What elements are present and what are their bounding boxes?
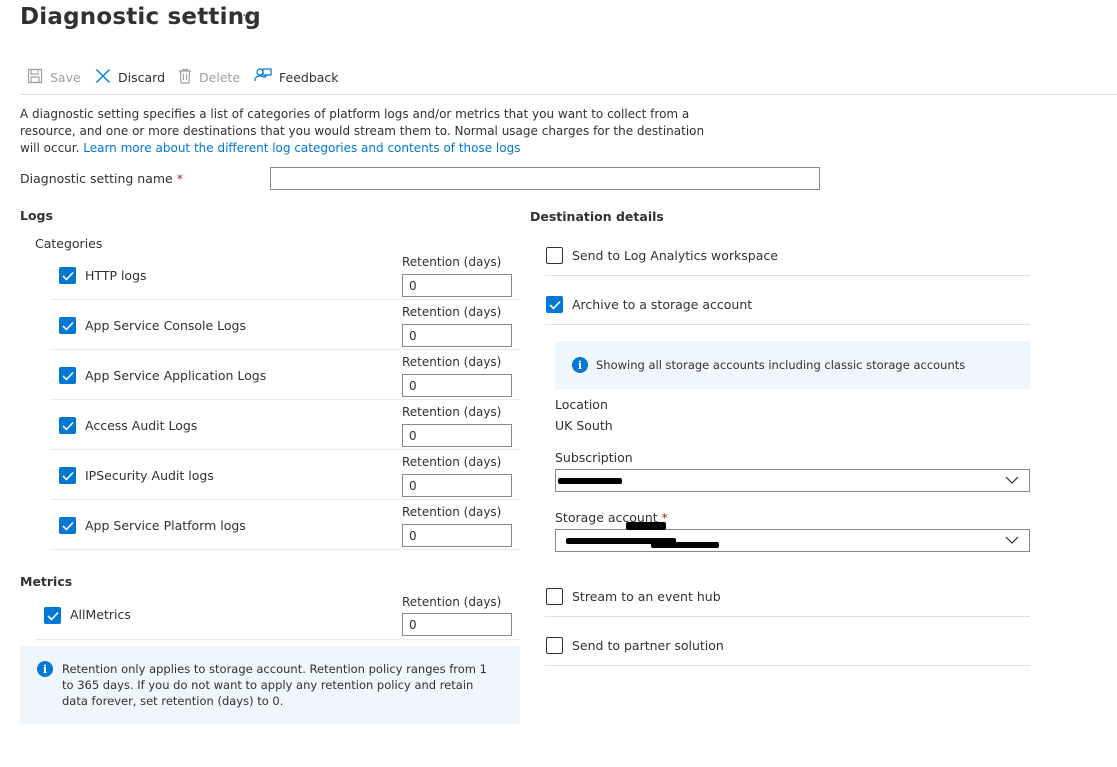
log-category-label: IPSecurity Audit logs (85, 468, 214, 483)
row-divider (545, 665, 1030, 666)
toolbar-divider (20, 94, 1117, 95)
storage-info-text: Showing all storage accounts including c… (596, 358, 966, 372)
application-logs-checkbox[interactable] (59, 367, 76, 384)
row-divider (50, 549, 520, 550)
log-category-row: App Service Application Logs Retention (… (50, 350, 520, 400)
info-icon: i (572, 357, 588, 373)
chevron-down-icon (1005, 536, 1019, 544)
retention-label: Retention (days) (402, 355, 502, 369)
retention-info-box: i Retention only applies to storage acco… (20, 646, 520, 724)
retention-input[interactable] (402, 274, 512, 297)
feedback-label: Feedback (279, 69, 339, 85)
categories-label: Categories (35, 236, 103, 251)
subscription-dropdown[interactable] (555, 469, 1030, 492)
logs-title: Logs (20, 208, 53, 223)
save-icon (27, 68, 43, 87)
redacted-value (651, 542, 719, 548)
save-button[interactable]: Save (27, 67, 81, 87)
console-logs-checkbox[interactable] (59, 317, 76, 334)
allmetrics-checkbox[interactable] (44, 607, 61, 624)
checkmark-icon (61, 371, 74, 381)
log-category-row: App Service Platform logs Retention (day… (50, 500, 520, 550)
discard-button[interactable]: Discard (95, 67, 165, 87)
retention-input[interactable] (402, 374, 512, 397)
log-category-label: App Service Application Logs (85, 368, 267, 383)
checkmark-icon (61, 271, 74, 281)
location-label: Location (555, 397, 608, 412)
log-analytics-label: Send to Log Analytics workspace (572, 248, 778, 263)
discard-label: Discard (118, 69, 165, 85)
row-divider (545, 275, 1030, 276)
destination-title: Destination details (530, 209, 664, 224)
discard-icon (95, 68, 111, 87)
feedback-icon (254, 67, 272, 88)
checkmark-icon (46, 611, 59, 621)
setting-name-label-text: Diagnostic setting name (20, 171, 173, 186)
retention-label: Retention (days) (402, 405, 502, 419)
retention-info-text: Retention only applies to storage accoun… (62, 662, 487, 708)
storage-account-checkbox[interactable] (546, 296, 563, 313)
setting-name-input[interactable] (270, 167, 820, 190)
subscription-label: Subscription (555, 450, 633, 465)
checkmark-icon (61, 321, 74, 331)
redacted-value (626, 522, 666, 530)
event-hub-checkbox[interactable] (546, 588, 563, 605)
location-value: UK South (555, 418, 613, 433)
retention-label: Retention (days) (402, 255, 502, 269)
retention-input[interactable] (402, 324, 512, 347)
save-label: Save (50, 69, 81, 85)
redacted-value (558, 478, 622, 484)
log-category-row: Access Audit Logs Retention (days) (50, 400, 520, 450)
http-logs-checkbox[interactable] (59, 267, 76, 284)
checkmark-icon (61, 421, 74, 431)
retention-input[interactable] (402, 424, 512, 447)
delete-label: Delete (199, 69, 241, 85)
partner-solution-label: Send to partner solution (572, 638, 724, 653)
retention-label: Retention (days) (402, 505, 502, 519)
delete-button[interactable]: Delete (178, 67, 240, 87)
platform-logs-checkbox[interactable] (59, 517, 76, 534)
feedback-button[interactable]: Feedback (254, 67, 339, 87)
log-analytics-checkbox[interactable] (546, 247, 563, 264)
retention-label: Retention (days) (402, 305, 502, 319)
metrics-title: Metrics (20, 574, 73, 589)
log-category-label: Access Audit Logs (85, 418, 198, 433)
learn-more-link[interactable]: Learn more about the different log categ… (83, 141, 520, 155)
log-category-row: HTTP logs Retention (days) (50, 250, 520, 300)
ipsecurity-logs-checkbox[interactable] (59, 467, 76, 484)
required-marker: * (176, 171, 183, 186)
checkmark-icon (61, 521, 74, 531)
delete-icon (178, 68, 192, 87)
log-category-label: App Service Platform logs (85, 518, 246, 533)
retention-input[interactable] (402, 613, 512, 636)
row-divider (545, 616, 1030, 617)
event-hub-label: Stream to an event hub (572, 589, 721, 604)
description: A diagnostic setting specifies a list of… (20, 106, 720, 157)
access-audit-logs-checkbox[interactable] (59, 417, 76, 434)
storage-account-dropdown[interactable] (555, 522, 1030, 552)
more-options-button[interactable]: ··· (242, 8, 258, 24)
row-divider (35, 639, 520, 640)
log-category-label: HTTP logs (85, 268, 147, 283)
retention-label: Retention (days) (402, 455, 502, 469)
metric-label: AllMetrics (70, 607, 131, 622)
page-title: Diagnostic setting (20, 4, 261, 30)
retention-input[interactable] (402, 474, 512, 497)
retention-label: Retention (days) (402, 595, 502, 609)
metric-row: AllMetrics Retention (days) (35, 590, 520, 640)
chevron-down-icon (1005, 476, 1019, 484)
log-category-label: App Service Console Logs (85, 318, 246, 333)
checkmark-icon (548, 300, 561, 310)
storage-info-box: i Showing all storage accounts including… (555, 341, 1030, 389)
log-category-row: IPSecurity Audit logs Retention (days) (50, 450, 520, 500)
storage-account-option-label: Archive to a storage account (572, 297, 753, 312)
log-category-row: App Service Console Logs Retention (days… (50, 300, 520, 350)
row-divider (545, 324, 1030, 325)
partner-solution-checkbox[interactable] (546, 637, 563, 654)
setting-name-label: Diagnostic setting name * (20, 171, 183, 186)
checkmark-icon (61, 471, 74, 481)
info-icon: i (37, 661, 53, 677)
retention-input[interactable] (402, 524, 512, 547)
